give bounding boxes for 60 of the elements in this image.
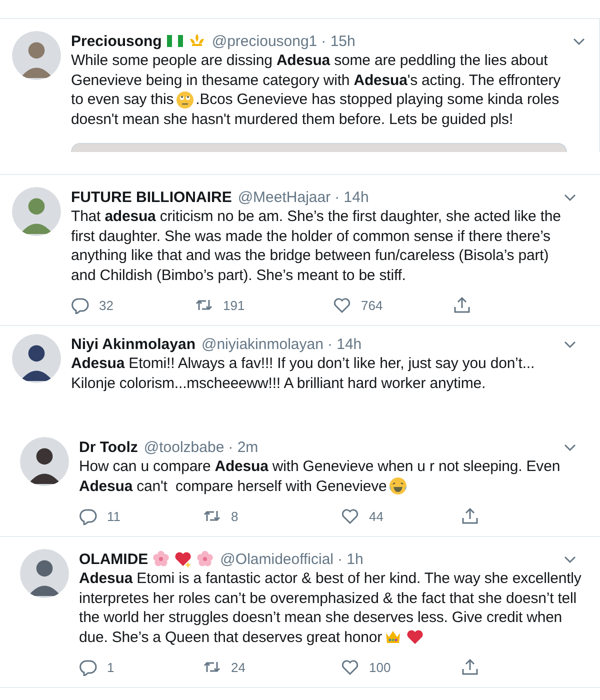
avatar[interactable] bbox=[12, 334, 61, 383]
tweet-text: That adesua criticism no be am. She’s the first daughter, she acted like the bbox=[71, 207, 561, 226]
avatar[interactable] bbox=[20, 549, 69, 598]
heart-emoji bbox=[406, 628, 424, 646]
avatar[interactable] bbox=[20, 437, 69, 486]
tweet-time[interactable]: · 14h bbox=[327, 336, 362, 352]
user-name[interactable]: OLAMIDE bbox=[79, 550, 148, 568]
like-icon bbox=[341, 507, 359, 525]
like-button[interactable]: 100 bbox=[341, 658, 461, 676]
user-name[interactable]: Niyi Akinmolayan bbox=[71, 336, 196, 352]
tweet-time[interactable]: · 14h bbox=[334, 188, 369, 206]
reply-button[interactable]: 11 bbox=[79, 507, 203, 525]
tweet-text: first daughter. She was made the holder of common sense if there there’s bbox=[71, 226, 550, 246]
tweet-text: to even say this bbox=[71, 90, 174, 110]
tweet-text: Genevieve being in thesame category with Adesua's acting. The effrontery bbox=[71, 70, 561, 90]
reply-icon bbox=[79, 507, 97, 525]
eye-roll-emoji bbox=[176, 90, 194, 109]
laughing-emoji bbox=[388, 477, 407, 496]
user-name[interactable]: Preciousong bbox=[71, 32, 162, 50]
tweet-text: Adesua Etomi is a fantastic actor & best of her kind. The way she excellently bbox=[79, 569, 582, 588]
tweet-text: and Childish (Bimbo’s part). She’s meant to be stiff. bbox=[71, 266, 406, 285]
tweet-text: anything like that and was the bridge between fun/careless (Bisola’s part) bbox=[71, 246, 549, 266]
tweet-time[interactable]: · 1h bbox=[338, 550, 364, 568]
tweet-time[interactable]: · 15h bbox=[321, 32, 356, 50]
share-icon bbox=[461, 658, 479, 676]
retweet-button[interactable]: 8 bbox=[203, 507, 341, 525]
like-button[interactable]: 764 bbox=[333, 296, 453, 314]
user-handle[interactable]: @toolzbabe bbox=[144, 438, 224, 456]
reply-icon bbox=[79, 658, 97, 676]
user-handle[interactable]: @niyiakinmolayan bbox=[201, 336, 324, 352]
reply-icon bbox=[71, 296, 89, 314]
share-icon bbox=[461, 507, 479, 525]
user-handle[interactable]: @MeetHajaar bbox=[238, 188, 331, 206]
user-handle[interactable]: @preciousong1 bbox=[212, 32, 318, 50]
user-handle[interactable]: @Olamideofficial bbox=[220, 550, 334, 568]
retweet-button[interactable]: 191 bbox=[195, 296, 333, 314]
sparkling-heart-emoji bbox=[174, 550, 192, 568]
tweet-text: Kilonje colorism...mscheeeww!!! A brilliant hard worker anytime. bbox=[71, 374, 486, 393]
tweet-text: due. She’s a Queen that deserves great honor bbox=[79, 628, 382, 647]
tweet-text: Adesua can't compare herself with Genevieve bbox=[79, 476, 387, 496]
blossom-emoji bbox=[196, 550, 214, 568]
tweet-time[interactable]: · 2m bbox=[228, 438, 258, 456]
share-icon bbox=[453, 296, 471, 314]
reply-button[interactable]: 32 bbox=[71, 296, 195, 314]
tweet-text: .Bcos Genevieve has stopped playing some kinda roles bbox=[196, 90, 559, 110]
user-name[interactable]: Dr Toolz bbox=[79, 438, 138, 456]
blossom-emoji bbox=[152, 550, 170, 568]
tweet-text: How can u compare Adesua with Genevieve when u r not sleeping. Even bbox=[79, 457, 560, 476]
user-name[interactable]: FUTURE BILLIONAIRE bbox=[71, 188, 232, 206]
reply-button[interactable]: 1 bbox=[79, 658, 203, 676]
tweet-text: While some people are dissing Adesua some are peddling the lies about bbox=[71, 51, 548, 70]
tweet-text: doesn't mean she hasn't murdered them before. Lets be guided pls! bbox=[71, 110, 514, 129]
like-button[interactable]: 44 bbox=[341, 507, 461, 525]
tweet-text: Adesua Etomi!! Always a fav!!! If you don’t like her, just say you don’t... bbox=[71, 354, 535, 374]
flag-emoji bbox=[166, 32, 184, 50]
tweet-text: interpretes her roles can’t be overemphasized & the fact that she doesn’t tell bbox=[79, 588, 576, 608]
like-icon bbox=[333, 296, 351, 314]
tweet-text: the world her struggles doesn’t mean she deserves less. Give credit when bbox=[79, 608, 562, 628]
retweet-button[interactable]: 24 bbox=[203, 658, 341, 676]
like-icon bbox=[341, 658, 359, 676]
